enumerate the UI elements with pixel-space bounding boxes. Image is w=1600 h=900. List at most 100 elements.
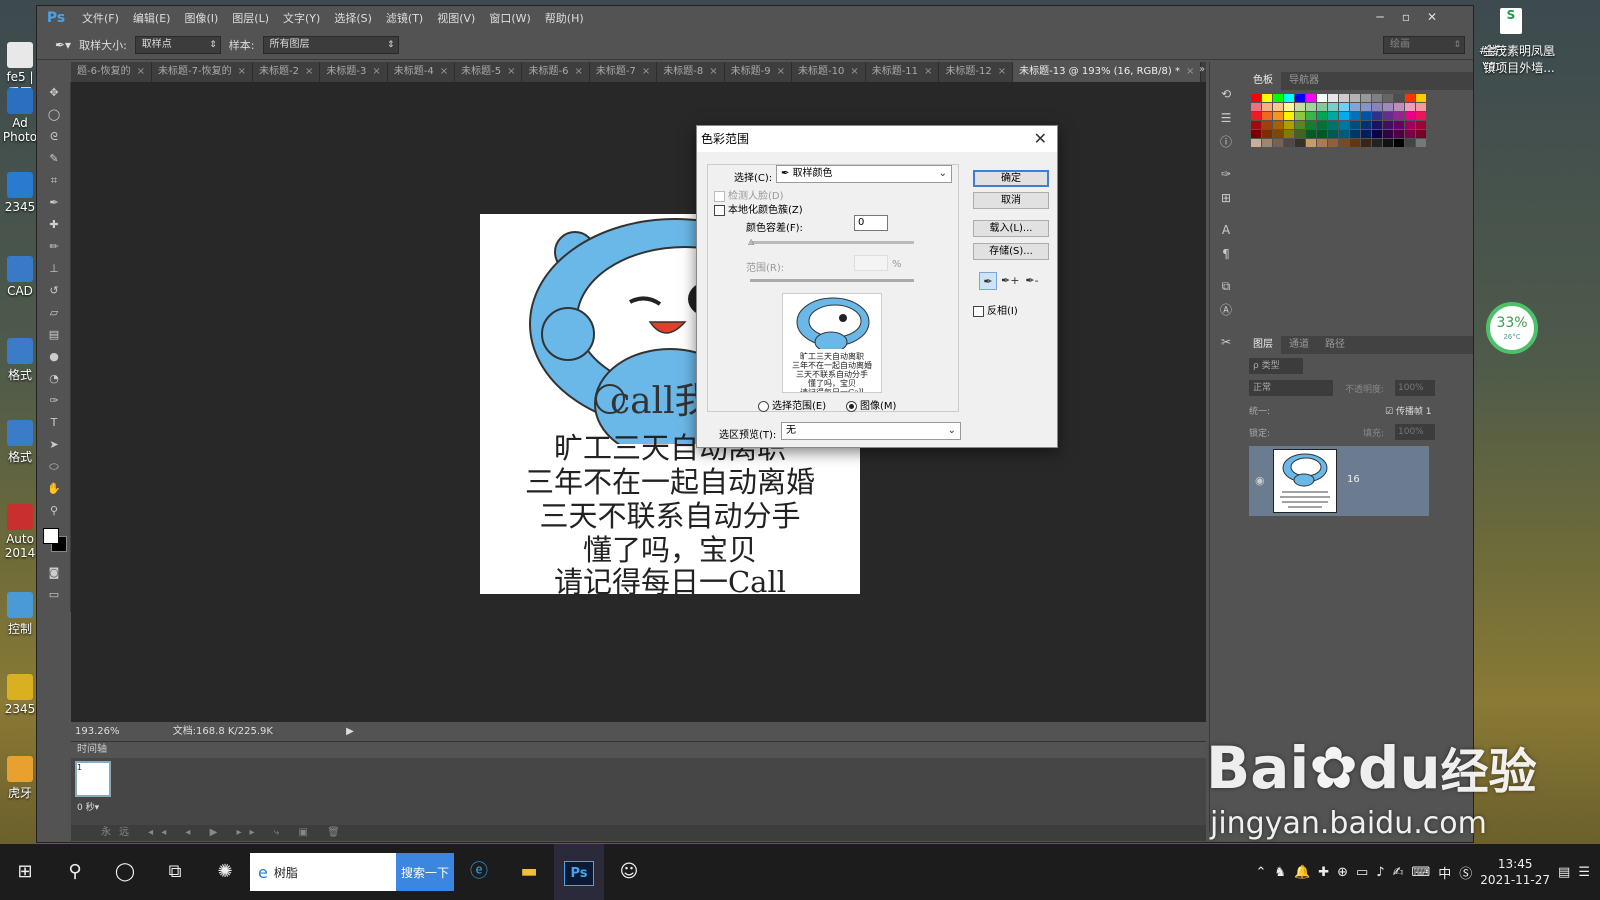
tab-close-icon[interactable]: × xyxy=(574,66,582,77)
task-view-icon[interactable]: ⧉ xyxy=(150,844,200,900)
zoom-tool-icon[interactable]: ⚲ xyxy=(37,500,71,522)
swatch[interactable] xyxy=(1273,130,1283,138)
cortana-icon[interactable]: ◯ xyxy=(100,844,150,900)
swatch[interactable] xyxy=(1350,94,1360,102)
swatch[interactable] xyxy=(1306,103,1316,111)
swatch[interactable] xyxy=(1339,139,1349,147)
swatch[interactable] xyxy=(1328,139,1338,147)
hand-tool-icon[interactable]: ✋ xyxy=(37,478,71,500)
document-tab-1[interactable]: 题-6-恢复的 × xyxy=(71,62,152,82)
layer-row[interactable]: ◉ 16 xyxy=(1249,446,1429,516)
timeline-frame[interactable]: 1 xyxy=(75,761,111,797)
swatch[interactable] xyxy=(1262,103,1272,111)
memory-gauge[interactable]: 33% 26°C xyxy=(1486,302,1538,354)
propagate-frame-checkbox[interactable]: ☑ 传播帧 1 xyxy=(1385,404,1432,417)
move-tool-icon[interactable]: ✥ xyxy=(37,82,71,104)
document-tab-8[interactable]: 未标题-7 × xyxy=(590,62,658,82)
swatch[interactable] xyxy=(1383,121,1393,129)
document-tab-9[interactable]: 未标题-8 × xyxy=(657,62,725,82)
eyedropper-tool-icon[interactable]: ✒ xyxy=(37,192,71,214)
tab-close-icon[interactable]: × xyxy=(507,66,515,77)
desktop-icon-9[interactable]: 2345 xyxy=(2,674,38,716)
paragraph-panel-icon[interactable]: ¶ xyxy=(1210,242,1242,266)
swatch[interactable] xyxy=(1251,121,1261,129)
menu-item-1[interactable]: 文件(F) xyxy=(75,10,126,26)
marquee-tool-icon[interactable]: ◯ xyxy=(37,104,71,126)
swatch[interactable] xyxy=(1273,121,1283,129)
swatch[interactable] xyxy=(1262,130,1272,138)
selection-preview-dropdown[interactable]: 无 ⌄ xyxy=(781,422,961,440)
desktop-icon-5[interactable]: 格式 xyxy=(2,338,38,383)
swatch[interactable] xyxy=(1416,103,1426,111)
fill-input[interactable]: 100% xyxy=(1395,424,1435,440)
file-explorer-icon[interactable]: ▬ xyxy=(504,844,554,900)
lasso-tool-icon[interactable]: ᘓ xyxy=(37,126,71,148)
swatch[interactable] xyxy=(1405,139,1415,147)
swatch[interactable] xyxy=(1317,139,1327,147)
swatch[interactable] xyxy=(1284,121,1294,129)
fuzziness-slider[interactable] xyxy=(750,241,914,244)
clock[interactable]: 13:45 2021-11-27 xyxy=(1480,856,1550,888)
swatch[interactable] xyxy=(1306,112,1316,120)
notification-app-icon[interactable]: ▤ xyxy=(1558,865,1570,880)
search-icon[interactable]: ⚲ xyxy=(50,844,100,900)
swatch-grid[interactable] xyxy=(1251,94,1426,147)
fuzziness-slider-handle[interactable]: △ xyxy=(748,237,754,246)
eyedropper-icon[interactable]: ✒ xyxy=(979,272,997,290)
clone-source-panel-icon[interactable]: ⊞ xyxy=(1210,186,1242,210)
tab-close-icon[interactable]: × xyxy=(238,66,246,77)
swatch[interactable] xyxy=(1317,112,1327,120)
swatch[interactable] xyxy=(1394,130,1404,138)
foreground-color[interactable] xyxy=(43,528,59,544)
swatch[interactable] xyxy=(1416,130,1426,138)
desktop-icon-4[interactable]: CAD xyxy=(2,256,38,298)
swatch[interactable] xyxy=(1416,94,1426,102)
selection-radio[interactable]: 选择范围(E) xyxy=(758,397,826,412)
swatch[interactable] xyxy=(1416,121,1426,129)
tab-paths[interactable]: 路径 xyxy=(1317,336,1353,354)
tab-navigator[interactable]: 导航器 xyxy=(1281,72,1327,90)
swatch[interactable] xyxy=(1350,112,1360,120)
swatch[interactable] xyxy=(1251,103,1261,111)
history-panel-icon[interactable]: ⟲ xyxy=(1210,82,1242,106)
eraser-tool-icon[interactable]: ▱ xyxy=(37,302,71,324)
swatch[interactable] xyxy=(1251,112,1261,120)
swatch[interactable] xyxy=(1383,130,1393,138)
properties-panel-icon[interactable]: ☰ xyxy=(1210,106,1242,130)
menu-item-5[interactable]: 文字(Y) xyxy=(276,10,327,26)
pen-tool-icon[interactable]: ✑ xyxy=(37,390,71,412)
swatch[interactable] xyxy=(1306,121,1316,129)
taskbar-search-input[interactable]: e 树脂 xyxy=(250,853,396,891)
visibility-eye-icon[interactable]: ◉ xyxy=(1255,474,1265,487)
swatch[interactable] xyxy=(1394,139,1404,147)
swatch[interactable] xyxy=(1295,112,1305,120)
swatch[interactable] xyxy=(1328,112,1338,120)
tray-expand-icon[interactable]: ⌃ xyxy=(1255,865,1266,880)
swatch[interactable] xyxy=(1284,94,1294,102)
swatch[interactable] xyxy=(1350,103,1360,111)
swatch[interactable] xyxy=(1416,139,1426,147)
swatch[interactable] xyxy=(1284,103,1294,111)
layer-kind-filter[interactable]: ρ 类型 xyxy=(1249,358,1303,374)
swatch[interactable] xyxy=(1273,103,1283,111)
menu-item-6[interactable]: 选择(S) xyxy=(327,10,379,26)
load-button[interactable]: 载入(L)... xyxy=(973,220,1049,237)
swatch[interactable] xyxy=(1372,121,1382,129)
tab-swatches[interactable]: 色板 xyxy=(1245,72,1281,90)
swatch[interactable] xyxy=(1361,103,1371,111)
swatch[interactable] xyxy=(1372,103,1382,111)
ok-button[interactable]: 确定 xyxy=(973,170,1049,187)
status-arrow-icon[interactable]: ▶ xyxy=(346,726,354,737)
document-tab-5[interactable]: 未标题-4 × xyxy=(388,62,456,82)
swatch[interactable] xyxy=(1405,112,1415,120)
tab-close-icon[interactable]: × xyxy=(709,66,717,77)
ime-indicator[interactable]: 中 xyxy=(1438,863,1451,882)
select-dropdown[interactable]: ✒ 取样颜色 ⌄ xyxy=(776,165,952,183)
tab-close-icon[interactable]: × xyxy=(924,66,932,77)
document-tab-12[interactable]: 未标题-11 × xyxy=(866,62,940,82)
swatch[interactable] xyxy=(1317,94,1327,102)
swatch[interactable] xyxy=(1372,139,1382,147)
action-center-icon[interactable]: ☰ xyxy=(1578,865,1590,880)
info-panel-icon[interactable]: ⓘ xyxy=(1210,130,1242,154)
workspace-select[interactable]: 绘画 xyxy=(1383,35,1465,54)
